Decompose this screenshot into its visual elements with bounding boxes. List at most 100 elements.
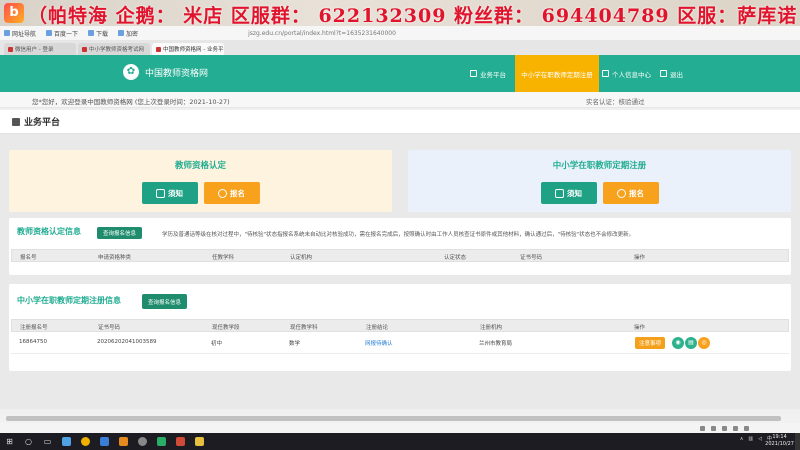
bookmark-item[interactable]: 加密	[118, 29, 138, 38]
verification-status: 实名认证：核验通过	[586, 98, 645, 106]
card-title: 中小学在职教师定期注册	[552, 161, 647, 171]
edit-icon	[617, 188, 626, 198]
org-cell: 兰州市教育局	[479, 341, 513, 347]
stage-cell: 初中	[211, 341, 223, 347]
search-icon[interactable]: ○	[19, 433, 38, 450]
clock-date: 2021/10/27	[765, 441, 794, 447]
status-icon[interactable]	[722, 425, 727, 431]
wechat-icon[interactable]	[152, 433, 171, 450]
briefcase-icon	[12, 117, 20, 126]
main-content: 教师资格认定 须知 报名 中小学在职教师定期注册 须知 报名 教师资格认定信息 …	[0, 134, 800, 433]
app-icon[interactable]	[133, 433, 152, 450]
scrollbar-thumb[interactable]	[6, 416, 781, 421]
conclusion-link[interactable]: 网报待确认	[365, 339, 393, 347]
horizontal-scrollbar[interactable]	[0, 414, 800, 423]
column-header: 任教学科	[212, 255, 235, 261]
volume-icon[interactable]: ◁	[758, 436, 762, 442]
nav-label: 业务平台	[480, 70, 506, 79]
bookmark-icon	[4, 30, 10, 36]
browser-tab[interactable]: 中小学教师资格考试网	[78, 43, 150, 55]
home-icon	[470, 70, 477, 77]
bookmark-item[interactable]: 下载	[88, 29, 108, 38]
table-header: 报名号 申请资格种类 任教学科 认定机构 认定状态 证书号码 操作	[11, 249, 789, 262]
query-button[interactable]: 查询报名信息	[142, 294, 188, 309]
panel-note: 学历及普通话等级在核对过程中，"待核验"状态指报名系统未自动比对核验成功，需在报…	[162, 232, 635, 238]
bookmark-icon	[88, 30, 95, 36]
nav-label: 退出	[670, 70, 683, 79]
column-header: 认定机构	[290, 255, 313, 261]
panel-title: 教师资格认定信息	[17, 227, 81, 236]
button-label: 须知	[567, 188, 582, 198]
notice-button[interactable]: 须知	[540, 182, 597, 204]
bookmarks-bar: 网址导航 百度一下 下载 加密 jszg.edu.cn/portal/index…	[0, 26, 800, 40]
tray-icon[interactable]: ∧	[740, 436, 744, 442]
cert-number-cell: 20206202041003589	[97, 339, 157, 345]
address-text[interactable]: jszg.edu.cn/portal/index.html?t=16352316…	[248, 30, 396, 37]
more-icon[interactable]: ◎	[698, 337, 710, 349]
column-header: 注册机构	[480, 325, 503, 331]
page-title: 业务平台	[12, 115, 60, 128]
column-header: 申请资格种类	[98, 255, 132, 261]
task-view-icon[interactable]: ▭	[38, 433, 57, 450]
nav-logout[interactable]: 退出	[660, 55, 683, 92]
column-header: 证书号码	[520, 255, 543, 261]
banner-text: （帕特海 企鹅： 米店 区服群： 622132309 粉丝群： 69440478…	[28, 5, 798, 26]
show-desktop-button[interactable]	[795, 433, 800, 450]
browser-status-strip	[0, 423, 800, 433]
column-header: 证书号码	[98, 325, 121, 331]
network-icon[interactable]: ▥	[748, 436, 753, 442]
nav-business-platform[interactable]: 业务平台	[470, 55, 506, 92]
app-icon[interactable]	[57, 433, 76, 450]
app-icon[interactable]	[114, 433, 133, 450]
print-icon[interactable]: ▤	[685, 337, 697, 349]
logout-icon	[660, 70, 667, 77]
app-icon[interactable]	[190, 433, 209, 450]
panel-title: 中小学在职教师定期注册信息	[17, 296, 121, 305]
column-header: 注册报名号	[20, 325, 48, 331]
app-icon[interactable]	[95, 433, 114, 450]
view-icon[interactable]: ◉	[672, 337, 684, 349]
tab-favicon-icon	[8, 46, 13, 52]
site-logo[interactable]: ✿ 中国教师资格网	[123, 64, 208, 80]
column-header: 操作	[634, 325, 646, 331]
page-title-text: 业务平台	[24, 118, 61, 128]
status-icon[interactable]	[744, 425, 749, 431]
registration-info-panel: 中小学在职教师定期注册信息 查询报名信息 注册报名号 证书号码 现任教学段 现任…	[9, 284, 791, 371]
status-icon[interactable]	[711, 425, 716, 431]
app-icon[interactable]	[171, 433, 190, 450]
stream-logo-icon: b	[4, 3, 24, 23]
column-header: 操作	[634, 255, 646, 261]
start-icon[interactable]: ⊞	[0, 433, 19, 450]
browser-app-icon[interactable]	[76, 433, 95, 450]
nav-personal-center[interactable]: 个人信息中心	[602, 55, 651, 92]
stream-overlay-banner: b （帕特海 企鹅： 米店 区服群： 622132309 粉丝群： 694404…	[0, 0, 800, 26]
tab-favicon-icon	[82, 46, 87, 52]
column-header: 认定状态	[444, 255, 467, 261]
site-title: 中国教师资格网	[145, 68, 209, 79]
button-label: 须知	[168, 188, 183, 198]
certification-info-panel: 教师资格认定信息 查询报名信息 学历及普通话等级在核对过程中，"待核验"状态指报…	[9, 218, 791, 275]
column-header: 报名号	[20, 255, 37, 261]
card-title: 教师资格认定	[174, 161, 226, 171]
taskbar: ⊞ ○ ▭ ∧ ▥ ◁ 中 19:14 2021/10/27	[0, 433, 800, 450]
site-header: ✿ 中国教师资格网 业务平台 中小学在职教师定期注册 个人信息中心 退出	[0, 55, 800, 92]
apply-button[interactable]: 报名	[203, 182, 260, 204]
column-header: 现任教学科	[290, 325, 318, 331]
table-row: 16864750 20206202041003589 初中 数学 网报待确认 兰…	[11, 333, 789, 354]
nav-periodic-registration[interactable]: 中小学在职教师定期注册	[515, 55, 599, 92]
status-icon[interactable]	[700, 425, 705, 431]
clock[interactable]: 19:14 2021/10/27	[765, 434, 794, 448]
tab-favicon-icon	[156, 46, 161, 52]
apply-button[interactable]: 报名	[602, 182, 659, 204]
user-icon	[602, 70, 609, 77]
browser-tab[interactable]: 微信用户 - 登录	[4, 43, 76, 55]
status-icon[interactable]	[733, 425, 738, 431]
browser-tabs: 微信用户 - 登录 中小学教师资格考试网 中国教师资格网 - 业务平台	[0, 40, 800, 55]
browser-tab-active[interactable]: 中国教师资格网 - 业务平台	[152, 43, 224, 55]
notice-button[interactable]: 须知	[141, 182, 198, 204]
query-button[interactable]: 查询报名信息	[97, 227, 143, 239]
row-action-button[interactable]: 注意事项	[635, 337, 666, 349]
nav-label: 个人信息中心	[612, 70, 651, 79]
bookmark-item[interactable]: 百度一下	[46, 29, 78, 38]
bookmark-item[interactable]: 网址导航	[4, 29, 36, 38]
